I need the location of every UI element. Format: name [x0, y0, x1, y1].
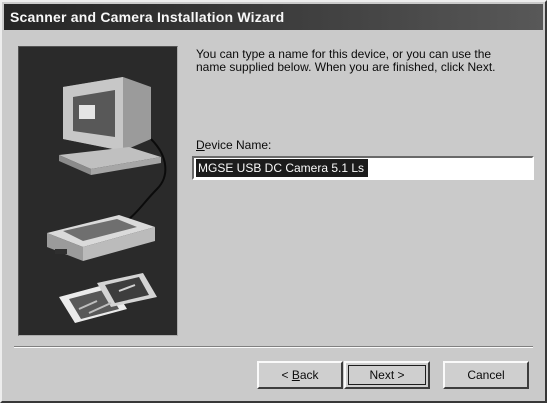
device-name-input[interactable]: MGSE USB DC Camera 5.1 Ls: [192, 156, 534, 180]
next-button[interactable]: Next >: [344, 361, 430, 389]
wizard-window: Scanner and Camera Installation Wizard Y…: [0, 0, 547, 403]
photos-icon: [59, 273, 157, 323]
cancel-button[interactable]: Cancel: [443, 361, 529, 389]
scanner-icon: [47, 215, 155, 261]
device-name-value[interactable]: MGSE USB DC Camera 5.1 Ls: [196, 159, 369, 177]
back-button-mnemonic: B: [291, 368, 300, 382]
button-divider: [14, 346, 533, 348]
back-button-label: ack: [299, 368, 319, 382]
wizard-illustration: [18, 46, 178, 336]
device-name-mnemonic: D: [196, 138, 205, 152]
window-title: Scanner and Camera Installation Wizard: [4, 4, 543, 30]
back-button[interactable]: < Back: [257, 361, 343, 389]
computer-icon: [59, 77, 167, 220]
back-button-prefix: <: [281, 368, 292, 382]
device-name-label: Device Name:: [196, 138, 271, 152]
instructions-text: You can type a name for this device, or …: [196, 47, 496, 74]
device-name-label-text: evice Name:: [204, 138, 272, 152]
